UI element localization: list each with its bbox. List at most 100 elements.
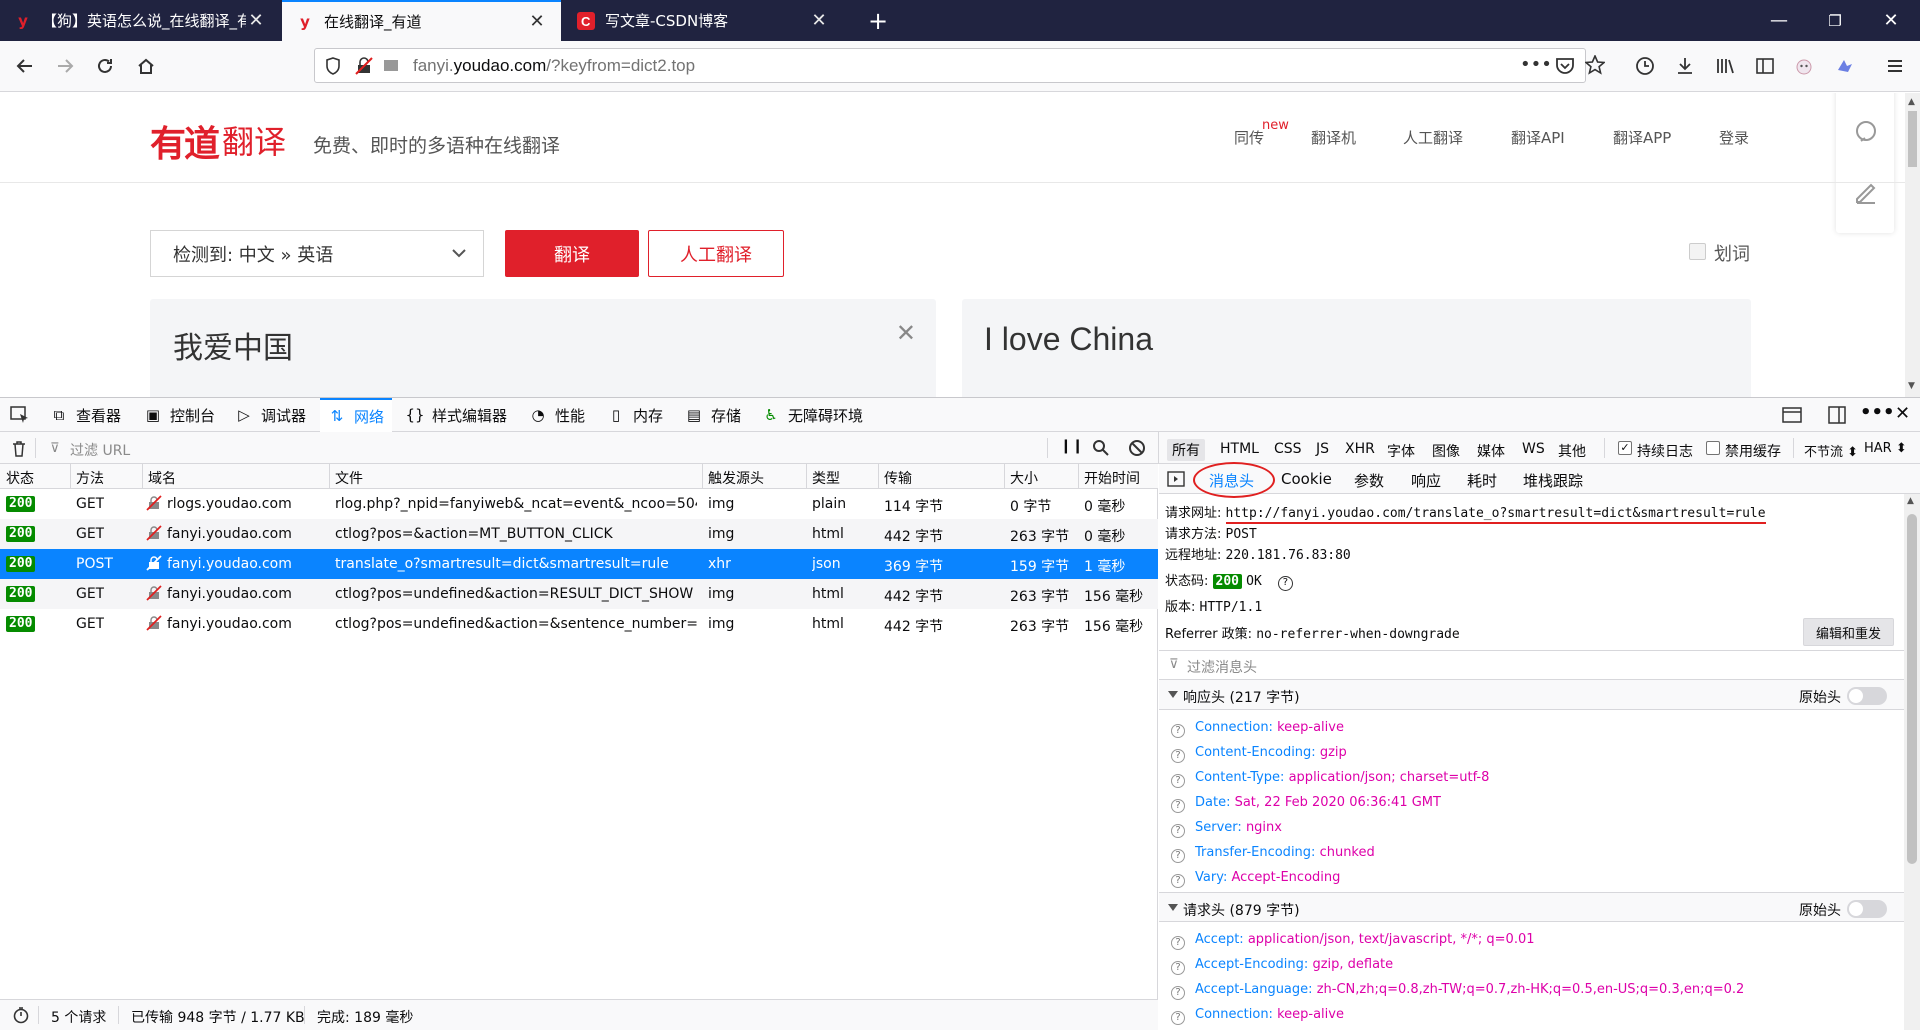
source-text-area[interactable]: 我爱中国 ✕ <box>150 299 936 397</box>
close-window-icon[interactable]: ✕ <box>1863 0 1919 41</box>
browser-tab-2[interactable]: y 在线翻译_有道 ✕ <box>282 0 561 41</box>
raw-headers-toggle[interactable] <box>1847 687 1887 705</box>
col-transferred[interactable]: 传输 <box>884 468 912 488</box>
details-scrollbar[interactable]: ▲ <box>1904 494 1920 1030</box>
bookmark-star-icon[interactable] <box>1585 55 1605 75</box>
feedback-icon[interactable] <box>1853 119 1879 145</box>
filter-url-input[interactable]: 过滤 URL <box>70 440 130 460</box>
scroll-up-icon[interactable]: ▲ <box>1908 97 1915 107</box>
table-row-selected[interactable]: 200 POST fanyi.youdao.com translate_o?sm… <box>0 549 1158 579</box>
help-icon[interactable]: ? <box>1171 774 1185 788</box>
more-options-icon[interactable]: ••• <box>1860 402 1895 423</box>
tab-network[interactable]: ⇅ 网络 <box>320 398 393 432</box>
col-separator[interactable] <box>806 464 807 489</box>
filter-fonts[interactable]: 字体 <box>1387 441 1415 461</box>
block-icon[interactable] <box>1128 439 1146 457</box>
close-tab-icon[interactable]: ✕ <box>527 11 547 32</box>
edit-resend-button[interactable]: 编辑和重发 <box>1803 618 1894 646</box>
col-type[interactable]: 类型 <box>812 468 840 488</box>
help-icon[interactable]: ? <box>1171 849 1185 863</box>
shield-icon[interactable] <box>325 57 341 75</box>
human-translate-button[interactable]: 人工翻译 <box>648 230 784 277</box>
nav-human-translation[interactable]: 人工翻译 <box>1403 127 1463 148</box>
pocket-icon[interactable] <box>1555 56 1575 76</box>
help-icon[interactable]: ? <box>1171 874 1185 888</box>
persist-log-checkbox[interactable]: ✓ <box>1618 441 1632 455</box>
throttle-select[interactable]: 不节流 ⬍ <box>1804 441 1858 460</box>
filter-all[interactable]: 所有 <box>1167 439 1205 461</box>
col-method[interactable]: 方法 <box>76 468 104 488</box>
youdao-logo[interactable]: 有道 <box>150 115 220 167</box>
filter-other[interactable]: 其他 <box>1558 441 1586 461</box>
close-tab-icon[interactable]: ✕ <box>809 10 829 31</box>
minimize-icon[interactable]: — <box>1751 0 1807 41</box>
close-tab-icon[interactable]: ✕ <box>246 10 266 31</box>
trash-icon[interactable] <box>11 440 27 457</box>
filter-headers-input[interactable]: ⊽ 过滤消息头 <box>1159 650 1904 680</box>
permissions-icon[interactable] <box>383 57 399 73</box>
scroll-down-icon[interactable]: ▼ <box>1908 381 1915 391</box>
table-row[interactable]: 200 GET fanyi.youdao.com ctlog?pos=&acti… <box>0 519 1158 549</box>
translate-button[interactable]: 翻译 <box>505 230 639 277</box>
language-select[interactable]: 检测到: 中文 » 英语 <box>150 230 484 277</box>
col-separator[interactable] <box>1078 464 1079 489</box>
col-separator[interactable] <box>702 464 703 489</box>
tab-params[interactable]: 参数 <box>1354 470 1384 491</box>
col-separator[interactable] <box>142 464 143 489</box>
browser-tab-1[interactable]: y 【狗】英语怎么说_在线翻译_有道 ✕ <box>0 0 280 41</box>
col-separator[interactable] <box>70 464 71 489</box>
col-cause[interactable]: 触发源头 <box>708 468 764 488</box>
insecure-connection-icon[interactable] <box>355 57 373 75</box>
request-url-value[interactable]: http://fanyi.youdao.com/translate_o?smar… <box>1225 506 1766 524</box>
raw-headers-toggle[interactable] <box>1847 900 1887 918</box>
filter-ws[interactable]: WS <box>1522 441 1545 457</box>
scroll-thumb[interactable] <box>1908 111 1917 167</box>
help-icon[interactable]: ? <box>1171 961 1185 975</box>
tab-accessibility[interactable]: ♿ 无障碍环境 <box>762 398 863 432</box>
menu-icon[interactable] <box>1880 51 1910 81</box>
request-headers-section[interactable]: 请求头 (879 字节) 原始头 <box>1159 892 1904 922</box>
nav-translator[interactable]: 翻译机 <box>1311 127 1356 148</box>
search-icon[interactable] <box>1092 439 1110 457</box>
scroll-thumb[interactable] <box>1907 514 1917 864</box>
expand-triangle-icon[interactable] <box>1168 904 1178 911</box>
url-bar[interactable]: fanyi.youdao.com/?keyfrom=dict2.top ••• <box>314 48 1605 83</box>
expand-triangle-icon[interactable] <box>1168 691 1178 698</box>
reload-icon[interactable] <box>90 51 120 81</box>
help-icon[interactable]: ? <box>1171 799 1185 813</box>
filter-js[interactable]: JS <box>1316 441 1329 457</box>
filter-html[interactable]: HTML <box>1220 441 1259 457</box>
clear-input-icon[interactable]: ✕ <box>896 319 916 347</box>
help-icon[interactable]: ? <box>1171 936 1185 950</box>
tab-timings[interactable]: 耗时 <box>1467 470 1497 491</box>
col-domain[interactable]: 域名 <box>148 468 176 488</box>
help-icon[interactable]: ? <box>1171 986 1185 1000</box>
close-devtools-icon[interactable]: ✕ <box>1895 403 1910 424</box>
toggle-panel-icon[interactable] <box>1167 471 1185 487</box>
filter-media[interactable]: 媒体 <box>1477 441 1505 461</box>
tab-performance[interactable]: ◔ 性能 <box>529 398 585 432</box>
col-separator[interactable] <box>1004 464 1005 489</box>
har-menu[interactable]: HAR ⬍ <box>1864 441 1907 456</box>
tab-debugger[interactable]: ▷ 调试器 <box>235 398 306 432</box>
huaci-checkbox[interactable] <box>1689 243 1706 260</box>
download-icon[interactable] <box>1670 51 1700 81</box>
tab-cookie[interactable]: Cookie <box>1281 470 1332 488</box>
col-status[interactable]: 状态 <box>6 468 34 488</box>
scroll-up-icon[interactable]: ▲ <box>1907 496 1914 506</box>
tab-storage[interactable]: ▤ 存储 <box>685 398 741 432</box>
dock-icon[interactable] <box>1828 405 1846 425</box>
library-icon[interactable] <box>1710 51 1740 81</box>
table-row[interactable]: 200 GET rlogs.youdao.com rlog.php?_npid=… <box>0 489 1158 519</box>
back-icon[interactable] <box>10 51 40 81</box>
stopwatch-icon[interactable] <box>12 1006 30 1024</box>
col-separator[interactable] <box>878 464 879 489</box>
extension-ghost-icon[interactable] <box>1789 51 1819 81</box>
restore-icon[interactable]: ❐ <box>1807 0 1863 41</box>
tab-inspector[interactable]: ⧉ 查看器 <box>50 398 121 432</box>
forward-icon[interactable] <box>50 51 80 81</box>
help-icon[interactable]: ? <box>1171 1011 1185 1025</box>
nav-login[interactable]: 登录 <box>1719 127 1749 148</box>
col-size[interactable]: 大小 <box>1010 468 1038 488</box>
element-picker-icon[interactable] <box>10 406 30 424</box>
